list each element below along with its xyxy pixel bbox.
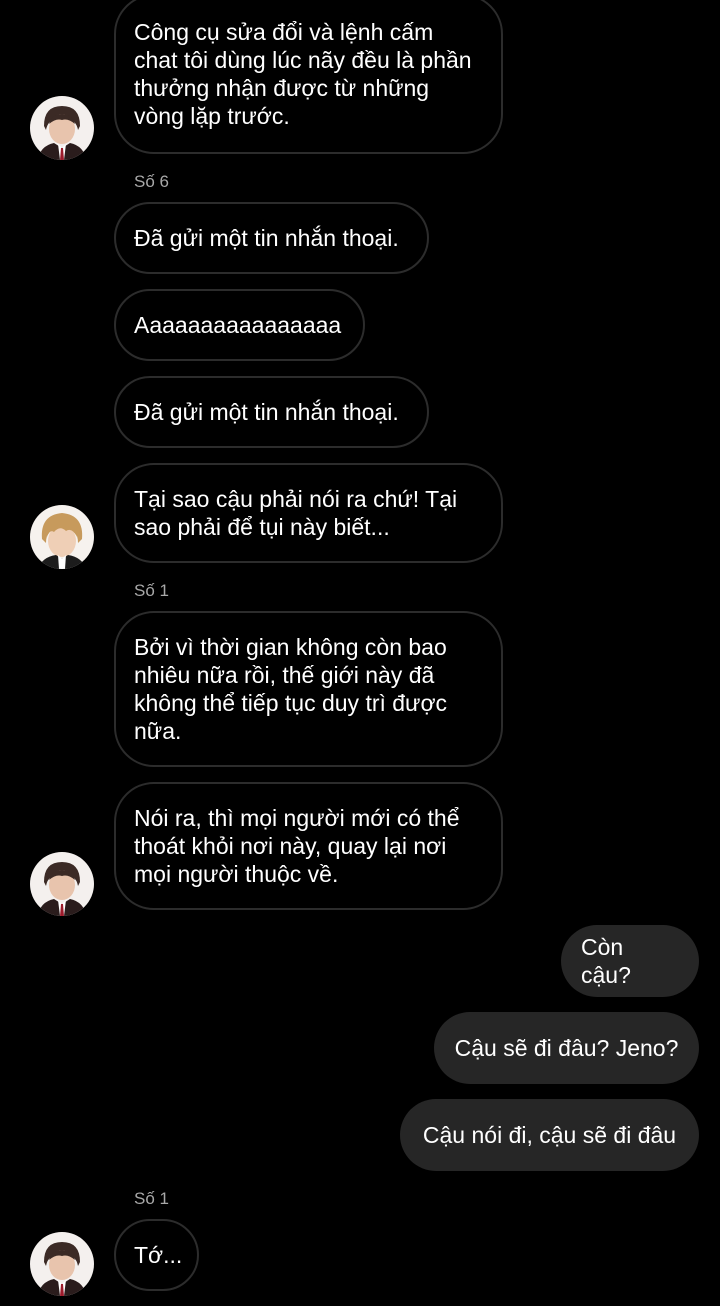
incoming-message-bubble[interactable]: Aaaaaaaaaaaaaaaa (114, 289, 365, 361)
message-text: Công cụ sửa đổi và lệnh cấm chat tôi dùn… (134, 19, 472, 129)
incoming-message-bubble[interactable]: Bởi vì thời gian không còn bao nhiêu nữa… (114, 611, 503, 767)
sender-name: Số 6 (134, 172, 169, 191)
avatar-icon[interactable] (30, 1232, 94, 1296)
avatar-icon[interactable] (30, 852, 94, 916)
avatar-icon[interactable] (30, 505, 94, 569)
sender-name: Số 1 (134, 581, 169, 600)
voice-message-bubble[interactable]: Đã gửi một tin nhắn thoại. (114, 376, 429, 448)
outgoing-message-bubble[interactable]: Cậu nói đi, cậu sẽ đi đâu (400, 1099, 699, 1171)
message-text: Nói ra, thì mọi người mới có thể thoát k… (134, 805, 460, 887)
incoming-message-bubble[interactable]: Công cụ sửa đổi và lệnh cấm chat tôi dùn… (114, 0, 503, 154)
outgoing-message-bubble[interactable]: Còn cậu? (561, 925, 699, 997)
incoming-message-bubble[interactable]: Tớ... (114, 1219, 199, 1291)
message-text: Tại sao cậu phải nói ra chứ! Tại sao phả… (134, 486, 458, 540)
outgoing-message-bubble[interactable]: Cậu sẽ đi đâu? Jeno? (434, 1012, 699, 1084)
message-text: Đã gửi một tin nhắn thoại. (134, 225, 399, 251)
message-text: Cậu nói đi, cậu sẽ đi đâu (422, 1122, 677, 1148)
message-text: Aaaaaaaaaaaaaaaa (134, 312, 342, 338)
avatar-icon[interactable] (30, 96, 94, 160)
message-text: Bởi vì thời gian không còn bao nhiêu nữa… (134, 634, 448, 744)
message-text: Tớ... (134, 1242, 183, 1268)
message-text: Cậu sẽ đi đâu? Jeno? (454, 1035, 679, 1061)
incoming-message-bubble[interactable]: Tại sao cậu phải nói ra chứ! Tại sao phả… (114, 463, 503, 563)
message-text: Đã gửi một tin nhắn thoại. (134, 399, 399, 425)
incoming-message-bubble[interactable]: Nói ra, thì mọi người mới có thể thoát k… (114, 782, 503, 910)
message-text: Còn cậu? (581, 934, 631, 988)
sender-name: Số 1 (134, 1189, 169, 1208)
voice-message-bubble[interactable]: Đã gửi một tin nhắn thoại. (114, 202, 429, 274)
